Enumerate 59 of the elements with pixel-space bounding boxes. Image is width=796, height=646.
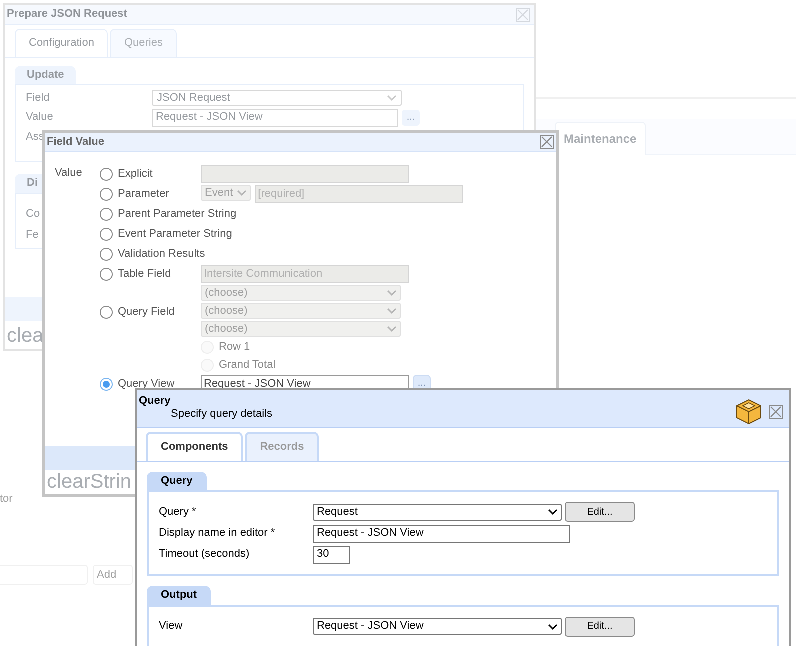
close-icon[interactable]: [540, 135, 554, 149]
radio-button[interactable]: [100, 208, 113, 220]
field-label: Co: [26, 206, 40, 222]
text-field[interactable]: 30: [313, 546, 350, 564]
select-field[interactable]: Request: [313, 504, 562, 520]
caret-icon: [237, 190, 248, 196]
radio-button[interactable]: [100, 188, 113, 200]
section-title: Update: [15, 66, 76, 84]
tab[interactable]: Configuration: [15, 29, 108, 56]
caret-icon: [387, 326, 397, 332]
field-label: Timeout (seconds): [159, 547, 251, 562]
caret-icon: [387, 95, 397, 102]
footer-text: clearStrin: [47, 470, 132, 494]
field-label: Field: [26, 91, 51, 106]
field-label: Display name in editor *: [159, 526, 276, 542]
field-label: Query *: [159, 504, 198, 520]
window-title: Prepare JSON Request: [7, 7, 128, 22]
close-icon[interactable]: [769, 405, 783, 419]
radio-label[interactable]: Parameter: [118, 185, 170, 203]
select-field[interactable]: JSON Request: [152, 90, 402, 106]
add-button[interactable]: Add: [93, 565, 133, 585]
radio-label[interactable]: Explicit: [118, 165, 153, 183]
field-label: Value: [55, 166, 84, 181]
radio-button[interactable]: [100, 168, 113, 180]
browse-button[interactable]: ...: [402, 110, 420, 126]
tab[interactable]: Records: [245, 432, 320, 460]
radio-button[interactable]: [100, 378, 113, 390]
window-title: Field Value: [47, 134, 104, 150]
edit-button[interactable]: Edit...: [565, 616, 635, 636]
text-field[interactable]: Request - JSON View: [313, 524, 570, 542]
radio-label[interactable]: Query Field: [118, 303, 175, 321]
field-label: View: [159, 619, 184, 634]
field-label: Fe: [26, 228, 39, 243]
window-subtitle: Specify query details: [170, 408, 272, 421]
caret-icon: [548, 509, 558, 515]
caret-icon: [548, 624, 558, 630]
caret-icon: [387, 308, 397, 314]
section-title: Query: [147, 472, 207, 490]
select-field[interactable]: Request - JSON View: [313, 618, 562, 635]
radio-label[interactable]: Validation Results: [118, 245, 206, 263]
radio-label[interactable]: Table Field: [118, 265, 172, 283]
window-title: Query: [139, 395, 172, 408]
radio-label[interactable]: Event Parameter String: [118, 225, 232, 243]
radio-button[interactable]: [100, 268, 113, 280]
tab[interactable]: Maintenance: [555, 122, 646, 155]
tab[interactable]: Components: [146, 432, 244, 460]
caret-icon: [387, 290, 397, 296]
radio-label[interactable]: Parent Parameter String: [118, 205, 237, 223]
text-field[interactable]: Request - JSON View: [152, 108, 398, 126]
field-label: Value: [26, 110, 54, 126]
radio-button[interactable]: [100, 228, 113, 240]
radio-button[interactable]: [100, 306, 113, 318]
radio-label[interactable]: Query View: [118, 375, 175, 393]
tab[interactable]: Queries: [110, 29, 177, 56]
side-label: tor: [0, 492, 13, 507]
footer-text: clea: [7, 325, 44, 347]
edit-button[interactable]: Edit...: [565, 502, 635, 522]
radio-button[interactable]: [100, 248, 113, 260]
section-title: Output: [147, 586, 212, 604]
